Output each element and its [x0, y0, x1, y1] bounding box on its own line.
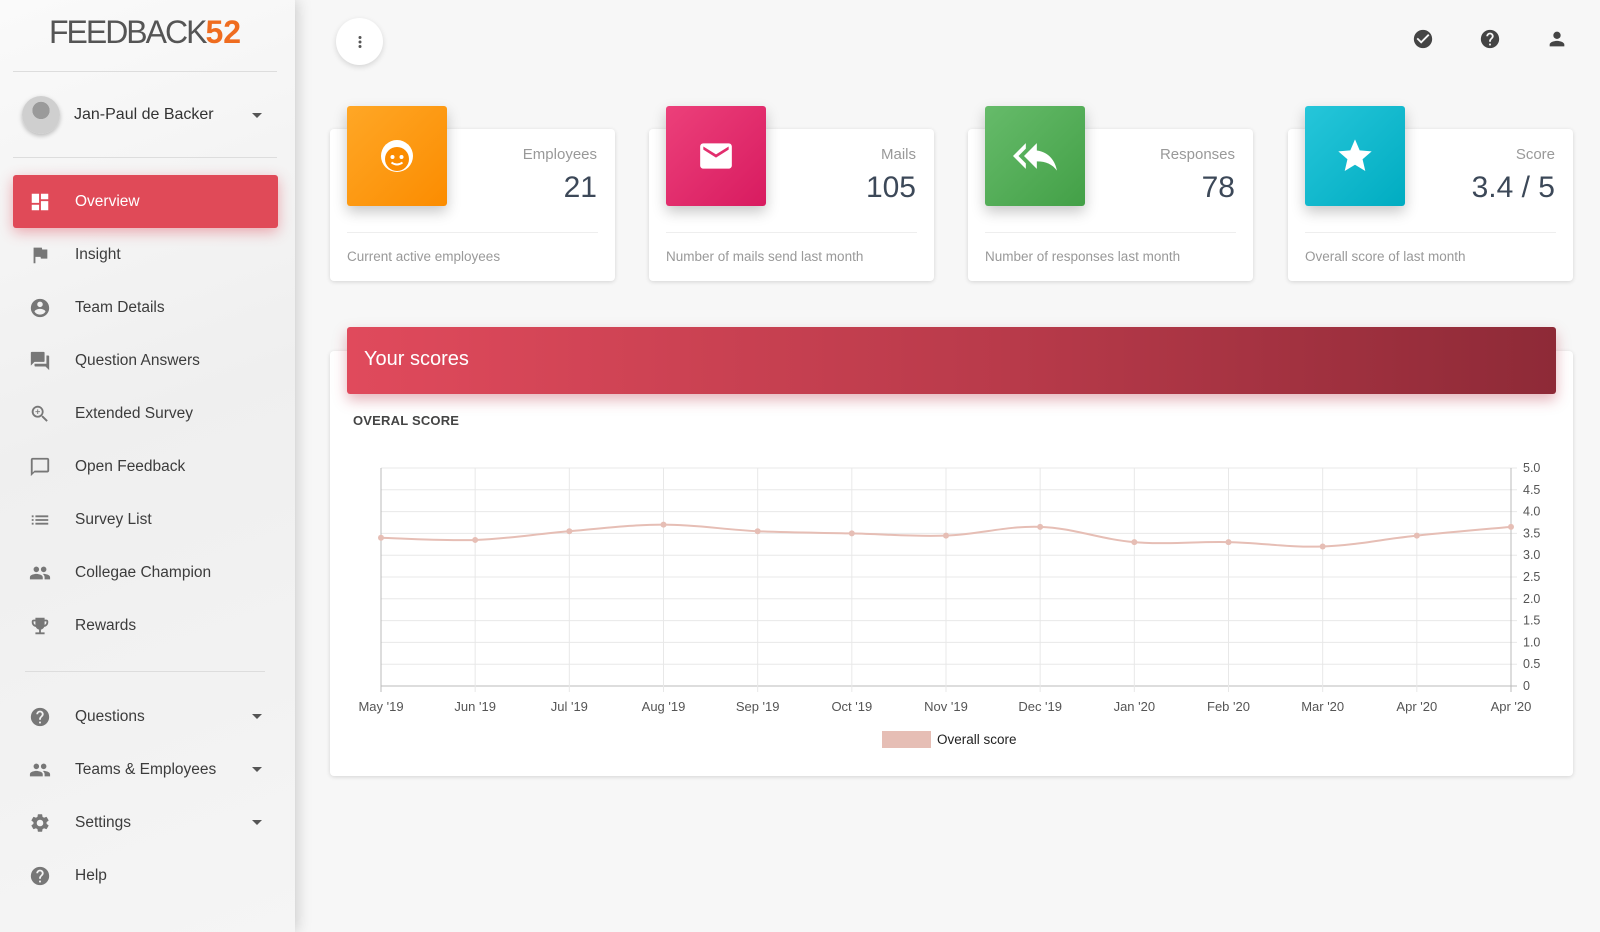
sidebar-item-label: Insight — [75, 245, 121, 263]
scores-card-header: Your scores — [347, 327, 1556, 394]
x-tick-label: Apr '20 — [1396, 699, 1437, 714]
flag-icon — [28, 243, 52, 267]
divider — [13, 71, 277, 72]
data-point — [754, 528, 761, 535]
sidebar-item-open-feedback[interactable]: Open Feedback — [13, 440, 278, 493]
sidebar-item-label: Question Answers — [75, 351, 200, 369]
list-icon — [28, 508, 52, 532]
divider — [13, 157, 277, 158]
sidebar-item-label: Extended Survey — [75, 404, 194, 422]
sidebar-item-extended-survey[interactable]: Extended Survey — [13, 387, 278, 440]
y-tick-label: 4.0 — [1523, 505, 1540, 519]
chat-bubble-outline-icon — [28, 455, 52, 479]
sidebar-item-survey-list[interactable]: Survey List — [13, 493, 278, 546]
sidebar-item-overview[interactable]: Overview — [13, 175, 278, 228]
y-tick-label: 3.0 — [1523, 548, 1540, 562]
x-tick-label: Feb '20 — [1207, 699, 1250, 714]
x-tick-label: Apr '20 — [1491, 699, 1532, 714]
help-icon — [28, 864, 52, 888]
sidebar-item-label: Teams & Employees — [75, 760, 217, 778]
data-point — [1037, 523, 1044, 530]
x-tick-label: Jan '20 — [1114, 699, 1156, 714]
sidebar-item-label: Open Feedback — [75, 457, 186, 475]
caret-down-icon — [252, 714, 262, 719]
sidebar-item-insight[interactable]: Insight — [13, 228, 278, 281]
x-tick-label: Sep '19 — [736, 699, 780, 714]
y-tick-label: 0 — [1523, 679, 1530, 693]
x-axis-ticks: May '19 Jun '19 Jul '19 Aug '19 Sep '19 Oct '… — [358, 699, 1531, 714]
sidebar-item-question-answers[interactable]: Question Answers — [13, 334, 278, 387]
y-axis-ticks: 0 0.5 1.0 1.5 2.0 2.5 3.0 3.5 4.0 4.5 5.0 — [1523, 461, 1540, 693]
data-point — [1413, 532, 1420, 539]
account-circle-icon — [28, 296, 52, 320]
x-tick-label: Aug '19 — [642, 699, 686, 714]
divider — [25, 671, 265, 672]
sidebar-item-team-details[interactable]: Team Details — [13, 281, 278, 334]
x-tick-label: Mar '20 — [1301, 699, 1344, 714]
sidebar-item-collegae-champion[interactable]: Collegae Champion — [13, 546, 278, 599]
y-tick-label: 3.5 — [1523, 526, 1540, 540]
x-tick-label: Nov '19 — [924, 699, 968, 714]
y-tick-label: 4.5 — [1523, 483, 1540, 497]
trophy-icon — [28, 614, 52, 638]
forum-icon — [28, 349, 52, 373]
data-point — [566, 528, 573, 535]
sidebar-item-label: Survey List — [75, 510, 152, 528]
chart-grid — [380, 467, 1517, 692]
sidebar-section-teams-employees[interactable]: Teams & Employees — [13, 743, 278, 796]
sidebar-item-label: Help — [75, 866, 107, 884]
y-tick-label: 2.0 — [1523, 592, 1540, 606]
people-icon — [28, 561, 52, 585]
data-point — [1508, 523, 1514, 530]
caret-down-icon — [252, 112, 262, 118]
y-tick-label: 2.5 — [1523, 570, 1540, 584]
user-menu[interactable]: Jan-Paul de Backer — [22, 95, 272, 135]
sidebar-section-questions[interactable]: Questions — [13, 690, 278, 743]
y-tick-label: 5.0 — [1523, 461, 1540, 475]
x-tick-label: May '19 — [358, 699, 403, 714]
sidebar-item-label: Overview — [75, 192, 140, 210]
data-point — [1131, 539, 1138, 546]
y-tick-label: 0.5 — [1523, 657, 1540, 671]
x-tick-label: Jun '19 — [454, 699, 496, 714]
help-icon — [28, 705, 52, 729]
sidebar-item-label: Settings — [75, 813, 132, 831]
sidebar-item-rewards[interactable]: Rewards — [13, 599, 278, 652]
data-point — [943, 532, 949, 539]
sidebar-section-help[interactable]: Help — [13, 849, 278, 902]
legend-swatch — [882, 731, 931, 748]
data-point — [1319, 543, 1326, 550]
data-point — [1225, 539, 1232, 546]
x-tick-label: Jul '19 — [551, 699, 588, 714]
people-icon — [28, 758, 52, 782]
y-tick-label: 1.5 — [1523, 614, 1540, 628]
user-name: Jan-Paul de Backer — [74, 106, 214, 123]
sidebar-section-settings[interactable]: Settings — [13, 796, 278, 849]
data-point — [848, 530, 855, 537]
brand-logo[interactable]: FEEDBACK52 — [0, 14, 290, 51]
legend-label: Overall score — [937, 732, 1017, 747]
sidebar-item-label: Questions — [75, 707, 145, 725]
sidebar-item-label: Collegae Champion — [75, 563, 212, 581]
sidebar: FEEDBACK52 Jan-Paul de Backer Overview I… — [0, 0, 295, 932]
caret-down-icon — [252, 820, 262, 825]
sidebar-item-label: Team Details — [75, 298, 165, 316]
data-point — [472, 536, 479, 543]
data-point — [378, 534, 384, 541]
zoom-in-icon — [28, 402, 52, 426]
y-tick-label: 1.0 — [1523, 635, 1540, 649]
x-tick-label: Oct '19 — [831, 699, 872, 714]
scores-card-title: Your scores — [364, 348, 469, 370]
avatar — [22, 96, 60, 134]
dashboard-icon — [28, 190, 52, 214]
sidebar-item-label: Rewards — [75, 616, 137, 634]
gear-icon — [28, 811, 52, 835]
x-tick-label: Dec '19 — [1018, 699, 1062, 714]
caret-down-icon — [252, 767, 262, 772]
data-point — [660, 521, 667, 528]
